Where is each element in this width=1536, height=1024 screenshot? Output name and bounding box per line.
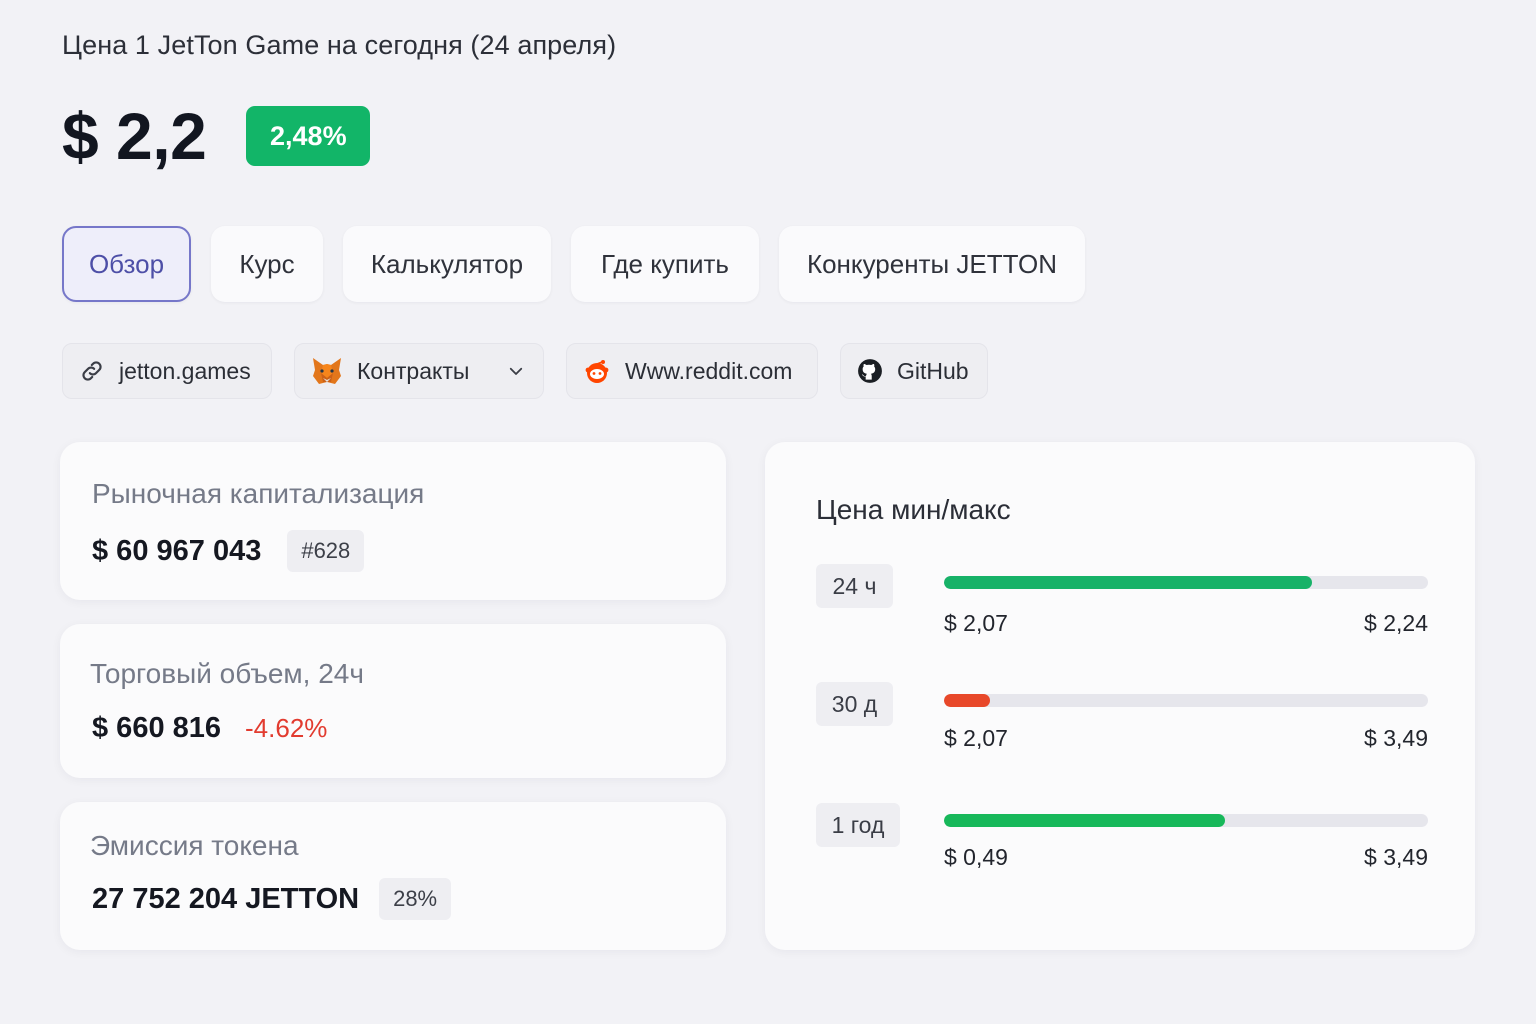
min-price-30d: $ 2,07 <box>944 725 1008 751</box>
supply-value-row: 27 752 204 JETTON 28% <box>92 878 452 920</box>
price-change-badge: 2,48% <box>246 106 371 166</box>
github-icon <box>858 359 882 383</box>
min-price-1y: $ 0,49 <box>944 844 1008 870</box>
github-link[interactable]: GitHub <box>840 343 988 399</box>
market-cap-label: Рыночная капитализация <box>92 478 425 509</box>
min-price-24h: $ 2,07 <box>944 610 1008 636</box>
website-link-label: jetton.games <box>119 357 251 384</box>
volume-change: -4.62% <box>245 713 328 743</box>
contracts-dropdown[interactable]: Контракты <box>294 343 544 399</box>
period-1y-badge: 1 год <box>816 803 900 847</box>
market-cap-value: $ 60 967 043 <box>92 534 262 567</box>
reddit-link-label: Www.reddit.com <box>625 357 793 384</box>
max-price-30d: $ 3,49 <box>1364 725 1428 751</box>
reddit-icon <box>585 360 609 383</box>
tab-calculator[interactable]: Калькулятор <box>343 226 551 302</box>
market-cap-value-row: $ 60 967 043 #628 <box>92 530 365 572</box>
chevron-down-icon <box>509 367 523 375</box>
tab-bar: Обзор Курс Калькулятор Где купить Конкур… <box>62 226 1105 302</box>
tab-overview[interactable]: Обзор <box>62 226 191 302</box>
range-fill-1y <box>944 814 1225 827</box>
max-price-1y: $ 3,49 <box>1364 844 1428 870</box>
metamask-fox-icon <box>313 358 341 384</box>
range-bar-1y <box>944 814 1428 827</box>
period-24h-badge: 24 ч <box>816 564 893 608</box>
price-range-title: Цена мин/макс <box>816 494 1011 525</box>
reddit-link[interactable]: Www.reddit.com <box>566 343 818 399</box>
page-title: Цена 1 JetTon Game на сегодня (24 апреля… <box>62 30 617 60</box>
range-bar-30d <box>944 694 1428 707</box>
volume-label: Торговый объем, 24ч <box>90 658 364 689</box>
supply-card: Эмиссия токена 27 752 204 JETTON 28% <box>60 802 726 950</box>
range-fill-30d <box>944 694 990 707</box>
supply-value: 27 752 204 JETTON <box>92 882 360 915</box>
tab-rate[interactable]: Курс <box>211 226 323 302</box>
github-link-label: GitHub <box>897 357 969 384</box>
range-fill-24h <box>944 576 1312 589</box>
range-bar-24h <box>944 576 1428 589</box>
price-range-card: Цена мин/макс 24 ч $ 2,07 $ 2,24 30 д $ … <box>765 442 1475 950</box>
volume-value: $ 660 816 <box>92 712 222 744</box>
volume-value-row: $ 660 816 -4.62% <box>92 712 327 745</box>
supply-label: Эмиссия токена <box>90 830 299 861</box>
current-price: $ 2,2 <box>62 99 207 173</box>
market-cap-card: Рыночная капитализация $ 60 967 043 #628 <box>60 442 726 600</box>
resource-links: jetton.games Контракты Www.reddit.com Gi… <box>62 343 1010 399</box>
volume-card: Торговый объем, 24ч $ 660 816 -4.62% <box>60 624 726 778</box>
max-price-24h: $ 2,24 <box>1364 610 1428 636</box>
link-icon <box>82 361 102 381</box>
price-row: $ 2,2 2,48% <box>62 98 371 174</box>
contracts-label: Контракты <box>357 357 470 384</box>
website-link[interactable]: jetton.games <box>62 343 272 399</box>
tab-competitors[interactable]: Конкуренты JETTON <box>779 226 1085 302</box>
supply-percent-badge: 28% <box>379 878 452 920</box>
tab-where-to-buy[interactable]: Где купить <box>571 226 759 302</box>
market-cap-rank-badge: #628 <box>287 530 365 572</box>
period-30d-badge: 30 д <box>816 682 893 726</box>
